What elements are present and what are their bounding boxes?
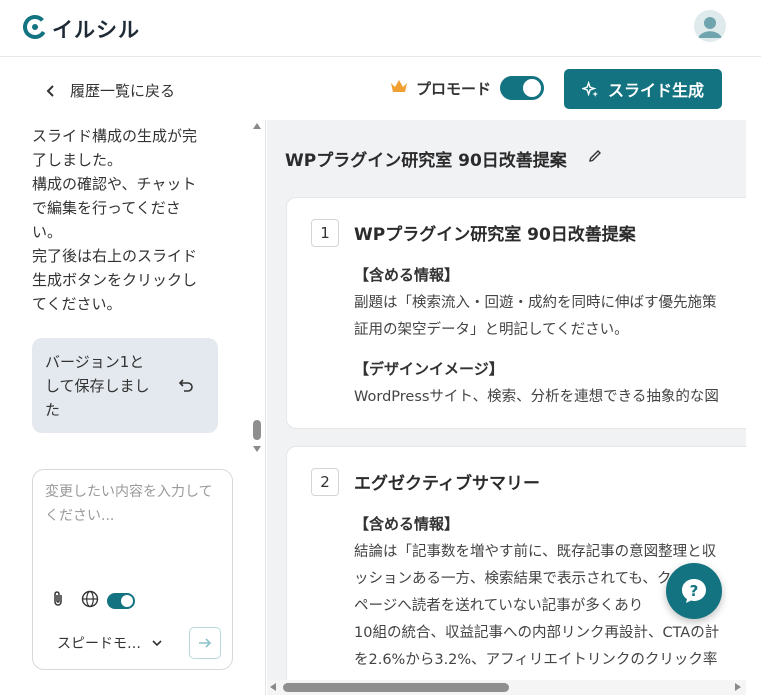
section-body: 結論は「記事数を増やす前に、既存記事の意図整理と収 ッションある一方、検索結果で…	[354, 539, 719, 674]
section-heading: 【含める情報】	[354, 515, 460, 533]
slide-title: エグゼクティブサマリー	[354, 474, 540, 494]
edit-title-button[interactable]	[587, 148, 603, 169]
slide-number: 2	[311, 468, 339, 496]
scroll-thumb[interactable]	[253, 420, 261, 440]
slide-card[interactable]: 1 WPプラグイン研究室 90日改善提案 【含める情報】 副題は「検索流入・回遊…	[286, 197, 746, 429]
scroll-left-arrow-icon[interactable]	[270, 683, 276, 691]
body-line: ページへ読者を送れていない記事が多くあり 90日	[354, 598, 706, 614]
bubble-text: バージョン1と して保存しまし た	[45, 350, 170, 422]
pro-mode-label: プロモード	[416, 79, 492, 98]
scroll-down-arrow-icon[interactable]	[253, 446, 261, 452]
send-button[interactable]	[189, 627, 221, 659]
mode-select[interactable]: スピードモ…	[57, 633, 163, 653]
chevron-down-icon	[152, 640, 162, 647]
message-line: 了しました。	[32, 151, 123, 169]
body-line: を2.6%から3.2%、アフィリエイトリンクのクリック率	[354, 652, 718, 668]
chat-input[interactable]	[45, 480, 223, 570]
user-icon	[694, 10, 726, 42]
message-line: 生成ボタンをクリックし	[32, 271, 198, 289]
globe-icon	[81, 590, 99, 608]
message-line: 完了後は右上のスライド	[32, 247, 198, 265]
slide-number: 1	[311, 219, 339, 247]
chat-panel: スライド構成の生成が完 了しました。 構成の確認や、チャット で編集を行ってくだ…	[0, 120, 266, 695]
section-body: WordPressサイト、検索、分析を連想できる抽象的な図	[354, 384, 719, 411]
svg-text:?: ?	[690, 582, 699, 600]
sparkle-icon	[581, 80, 599, 97]
question-bubble-icon: ?	[682, 579, 706, 603]
scroll-thumb[interactable]	[283, 683, 509, 692]
user-avatar[interactable]	[694, 10, 726, 42]
body-line: 10組の統合、収益記事への内部リンク再設計、CTAの計	[354, 625, 720, 641]
pencil-icon	[588, 150, 601, 162]
back-label: 履歴一覧に戻る	[70, 82, 176, 100]
composer-tools	[49, 590, 135, 612]
help-chat-button[interactable]: ?	[666, 563, 722, 619]
bubble-line: バージョン1と	[45, 353, 145, 371]
scroll-up-arrow-icon[interactable]	[253, 123, 261, 129]
paperclip-icon	[54, 591, 62, 606]
message-line: 構成の確認や、チャット	[32, 175, 197, 193]
assistant-message: スライド構成の生成が完 了しました。 構成の確認や、チャット で編集を行ってくだ…	[32, 124, 227, 316]
brand-name: イルシル	[52, 18, 140, 42]
body-line: 副題は「検索流入・回遊・成約を同時に伸ばす優先施策	[354, 295, 717, 311]
section-heading: 【含める情報】	[354, 266, 460, 284]
web-search-button[interactable]	[81, 590, 99, 612]
crown-icon	[389, 78, 409, 98]
pro-mode-control: プロモード	[389, 76, 545, 100]
restore-version-button[interactable]	[175, 374, 197, 396]
attach-button[interactable]	[49, 590, 67, 612]
bubble-line: して保存しまし	[45, 377, 150, 395]
document-title: WPプラグイン研究室 90日改善提案	[285, 146, 603, 171]
slide-card[interactable]: 2 エグゼクティブサマリー 【含める情報】 結論は「記事数を増やす前に、既存記事…	[286, 446, 746, 680]
body-line: 証用の架空データ」と明記してください。	[354, 322, 629, 338]
slide-title: WPプラグイン研究室 90日改善提案	[354, 225, 636, 245]
message-line: で編集を行ってくださ	[32, 199, 181, 217]
body-line: WordPressサイト、検索、分析を連想できる抽象的な図	[354, 389, 719, 405]
chat-scrollbar[interactable]	[252, 120, 262, 460]
bubble-line: た	[45, 401, 61, 419]
body-line: ッションある一方、検索結果で表示されても、クリック	[354, 571, 715, 587]
brand-logo[interactable]: イルシル	[23, 14, 140, 44]
generate-slides-button[interactable]: スライド生成	[564, 69, 722, 109]
version-saved-bubble: バージョン1と して保存しまし た	[32, 338, 218, 433]
section-body: 副題は「検索流入・回遊・成約を同時に伸ばす優先施策 証用の架空データ」と明記して…	[354, 290, 717, 344]
logo-icon	[23, 15, 47, 43]
top-header: イルシル	[0, 0, 761, 56]
message-line: スライド構成の生成が完	[32, 127, 198, 145]
message-line: てください。	[32, 295, 122, 313]
section-heading: 【デザインイメージ】	[354, 360, 504, 378]
chat-composer: スピードモ…	[32, 469, 233, 670]
undo-icon	[178, 379, 193, 392]
generate-label: スライド生成	[607, 81, 704, 100]
message-line: い。	[32, 223, 63, 241]
back-to-history-link[interactable]: 履歴一覧に戻る	[44, 80, 175, 101]
document-title-text: WPプラグイン研究室 90日改善提案	[285, 151, 567, 171]
body-line: 結論は「記事数を増やす前に、既存記事の意図整理と収	[354, 544, 717, 560]
editor-toolbar: 履歴一覧に戻る プロモード スライド生成	[0, 56, 761, 120]
scroll-right-arrow-icon[interactable]	[735, 683, 741, 691]
pro-mode-toggle[interactable]	[500, 76, 545, 100]
web-search-toggle[interactable]	[107, 593, 135, 609]
arrow-right-icon	[199, 638, 212, 648]
mode-label: スピードモ…	[57, 636, 141, 652]
chevron-left-icon	[46, 84, 54, 97]
content-horizontal-scrollbar[interactable]	[267, 680, 746, 695]
